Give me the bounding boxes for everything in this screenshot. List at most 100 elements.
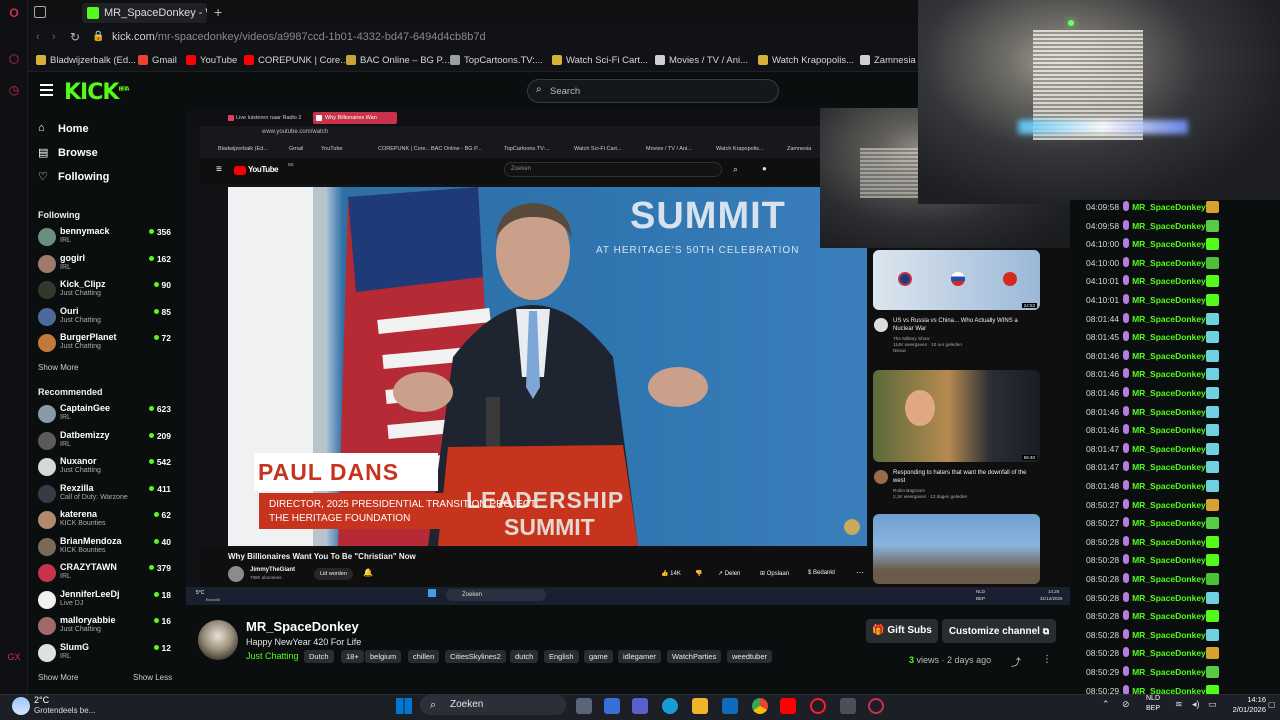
sidebar-channel[interactable]: Kick_Clipz Just Chatting 90 [38,279,174,303]
bookmark-item[interactable]: Zamnesia [860,55,916,66]
forward-icon[interactable]: › [52,31,56,43]
chat-username[interactable]: MR_SpaceDonkey: [1132,202,1209,212]
outlook-icon[interactable] [722,698,738,714]
chat-username[interactable]: MR_SpaceDonkey: [1132,276,1209,286]
bookmark-item[interactable]: Watch Sci-Fi Cart... [552,55,648,66]
tag-chip[interactable]: weedtuber [727,650,773,663]
chat-username[interactable]: MR_SpaceDonkey: [1132,239,1209,249]
sidebar-channel[interactable]: bennymack IRL 356 [38,226,174,250]
chat-username[interactable]: MR_SpaceDonkey: [1132,611,1209,621]
gx-icon[interactable]: GX [7,650,21,664]
tag-chip[interactable]: English [544,650,579,663]
chat-username[interactable]: MR_SpaceDonkey: [1132,593,1209,603]
store-icon[interactable] [604,698,620,714]
sidebar-channel[interactable]: Nuxanor Just Chatting 542 [38,456,174,480]
show-more-following[interactable]: Show More [38,363,78,372]
sidebar-channel[interactable]: CaptainGee IRL 623 [38,403,174,427]
sidebar-channel[interactable]: malloryabbie Just Chatting 16 [38,615,174,639]
reload-icon[interactable]: ↻ [70,30,80,44]
back-icon[interactable]: ‹ [36,31,40,43]
calculator-icon[interactable] [840,698,856,714]
tag-chip[interactable]: CitiesSkylines2 [445,650,506,663]
gift-subs-button[interactable]: 🎁 Gift Subs [866,619,938,643]
sidebar-channel[interactable]: JenniferLeeDj Live DJ 18 [38,589,174,613]
bookmark-item[interactable]: BAC Online – BG P... [346,55,450,66]
settings-gear-icon[interactable] [868,698,884,714]
sidebar-channel[interactable]: BurgerPlanet Just Chatting 72 [38,332,174,356]
chat-username[interactable]: MR_SpaceDonkey: [1132,369,1209,379]
history-icon[interactable]: ◷ [7,83,21,97]
tag-chip[interactable]: 18+ [341,650,364,663]
tag-chip[interactable]: chillen [408,650,440,663]
youtube-app-icon[interactable] [780,698,796,714]
weather-icon[interactable] [12,697,30,715]
chat-username[interactable]: MR_SpaceDonkey: [1132,388,1209,398]
url-field[interactable]: kick.com/mr-spacedonkey/videos/a9987ccd-… [112,31,486,43]
tag-chip[interactable]: Dutch [304,650,334,663]
chat-username[interactable]: MR_SpaceDonkey: [1132,648,1209,658]
chat-username[interactable]: MR_SpaceDonkey: [1132,574,1209,584]
chat-username[interactable]: MR_SpaceDonkey: [1132,667,1209,677]
chat-username[interactable]: MR_SpaceDonkey: [1132,314,1209,324]
opera-logo-icon[interactable]: O [7,6,21,20]
windows-start-icon[interactable] [396,698,412,714]
bookmark-item[interactable]: Movies / TV / Ani... [655,55,748,66]
chat-username[interactable]: MR_SpaceDonkey: [1132,444,1209,454]
sidebar-channel[interactable]: SlumG IRL 12 [38,642,174,666]
tag-chip[interactable]: game [584,650,613,663]
volume-icon[interactable]: ◂) [1192,699,1200,710]
chat-username[interactable]: MR_SpaceDonkey: [1132,425,1209,435]
sidebar-channel[interactable]: BrianMendoza KICK Bounties 40 [38,536,174,560]
tab-active[interactable]: MR_SpaceDonkey - W [82,3,207,23]
notification-icon[interactable]: ▢ [1268,700,1276,709]
sidebar-channel[interactable]: katerena KICK Bounties 62 [38,509,174,533]
chat-username[interactable]: MR_SpaceDonkey: [1132,555,1209,565]
bookmark-item[interactable]: Gmail [138,55,177,66]
share-icon[interactable]: ⤴ [1011,654,1021,669]
chat-username[interactable]: MR_SpaceDonkey: [1132,351,1209,361]
chat-username[interactable]: MR_SpaceDonkey: [1132,258,1209,268]
chevron-up-icon[interactable]: ⌃ [1102,699,1110,710]
bookmark-item[interactable]: YouTube [186,55,237,66]
wallet-icon[interactable]: ⬡ [7,52,21,66]
chat-username[interactable]: MR_SpaceDonkey: [1132,407,1209,417]
keyboard-layout[interactable]: BEP [1146,705,1160,712]
tab-manager-icon[interactable] [34,6,46,18]
tag-chip[interactable]: belgium [365,650,402,663]
chat-username[interactable]: MR_SpaceDonkey: [1132,500,1209,510]
channel-name[interactable]: MR_SpaceDonkey [246,619,359,634]
tag-chip[interactable]: idlegamer [618,650,661,663]
sidebar-channel[interactable]: gogirl IRL 162 [38,253,174,277]
search-input[interactable]: ⌕ Search [527,79,779,103]
chat-username[interactable]: MR_SpaceDonkey: [1132,332,1209,342]
task-view-icon[interactable] [576,698,592,714]
menu-icon[interactable] [40,84,53,96]
edge-icon[interactable] [662,698,678,714]
chat-username[interactable]: MR_SpaceDonkey: [1132,295,1209,305]
tag-chip[interactable]: WatchParties [667,650,722,663]
show-less-recommended[interactable]: Show Less [133,673,172,682]
stream-category[interactable]: Just Chatting [246,651,299,661]
show-more-recommended[interactable]: Show More [38,673,78,682]
taskbar-search-input[interactable]: ⌕ Zoeken [420,695,566,715]
teams-icon[interactable] [632,698,648,714]
language-code[interactable]: NLD [1146,695,1160,702]
sidebar-channel[interactable]: Datbemizzy IRL 209 [38,430,174,454]
chrome-icon[interactable] [752,698,768,714]
nav-browse[interactable]: Browse [58,147,98,159]
battery-icon[interactable]: ▭ [1208,699,1217,710]
nav-following[interactable]: Following [58,171,109,183]
chat-username[interactable]: MR_SpaceDonkey: [1132,481,1209,491]
chat-username[interactable]: MR_SpaceDonkey: [1132,221,1209,231]
chat-username[interactable]: MR_SpaceDonkey: [1132,630,1209,640]
channel-avatar[interactable] [198,620,238,660]
sidebar-channel[interactable]: CRAZYTAWN IRL 379 [38,562,174,586]
chat-username[interactable]: MR_SpaceDonkey: [1132,518,1209,528]
file-explorer-icon[interactable] [692,698,708,714]
customize-channel-button[interactable]: Customize channel ⧉ [942,619,1056,643]
nav-home[interactable]: Home [58,123,89,135]
bookmark-item[interactable]: Watch Krapopolis... [758,55,854,66]
chat-username[interactable]: MR_SpaceDonkey: [1132,462,1209,472]
network-off-icon[interactable]: ⊘ [1122,699,1130,710]
sidebar-channel[interactable]: Ouri Just Chatting 85 [38,306,174,330]
